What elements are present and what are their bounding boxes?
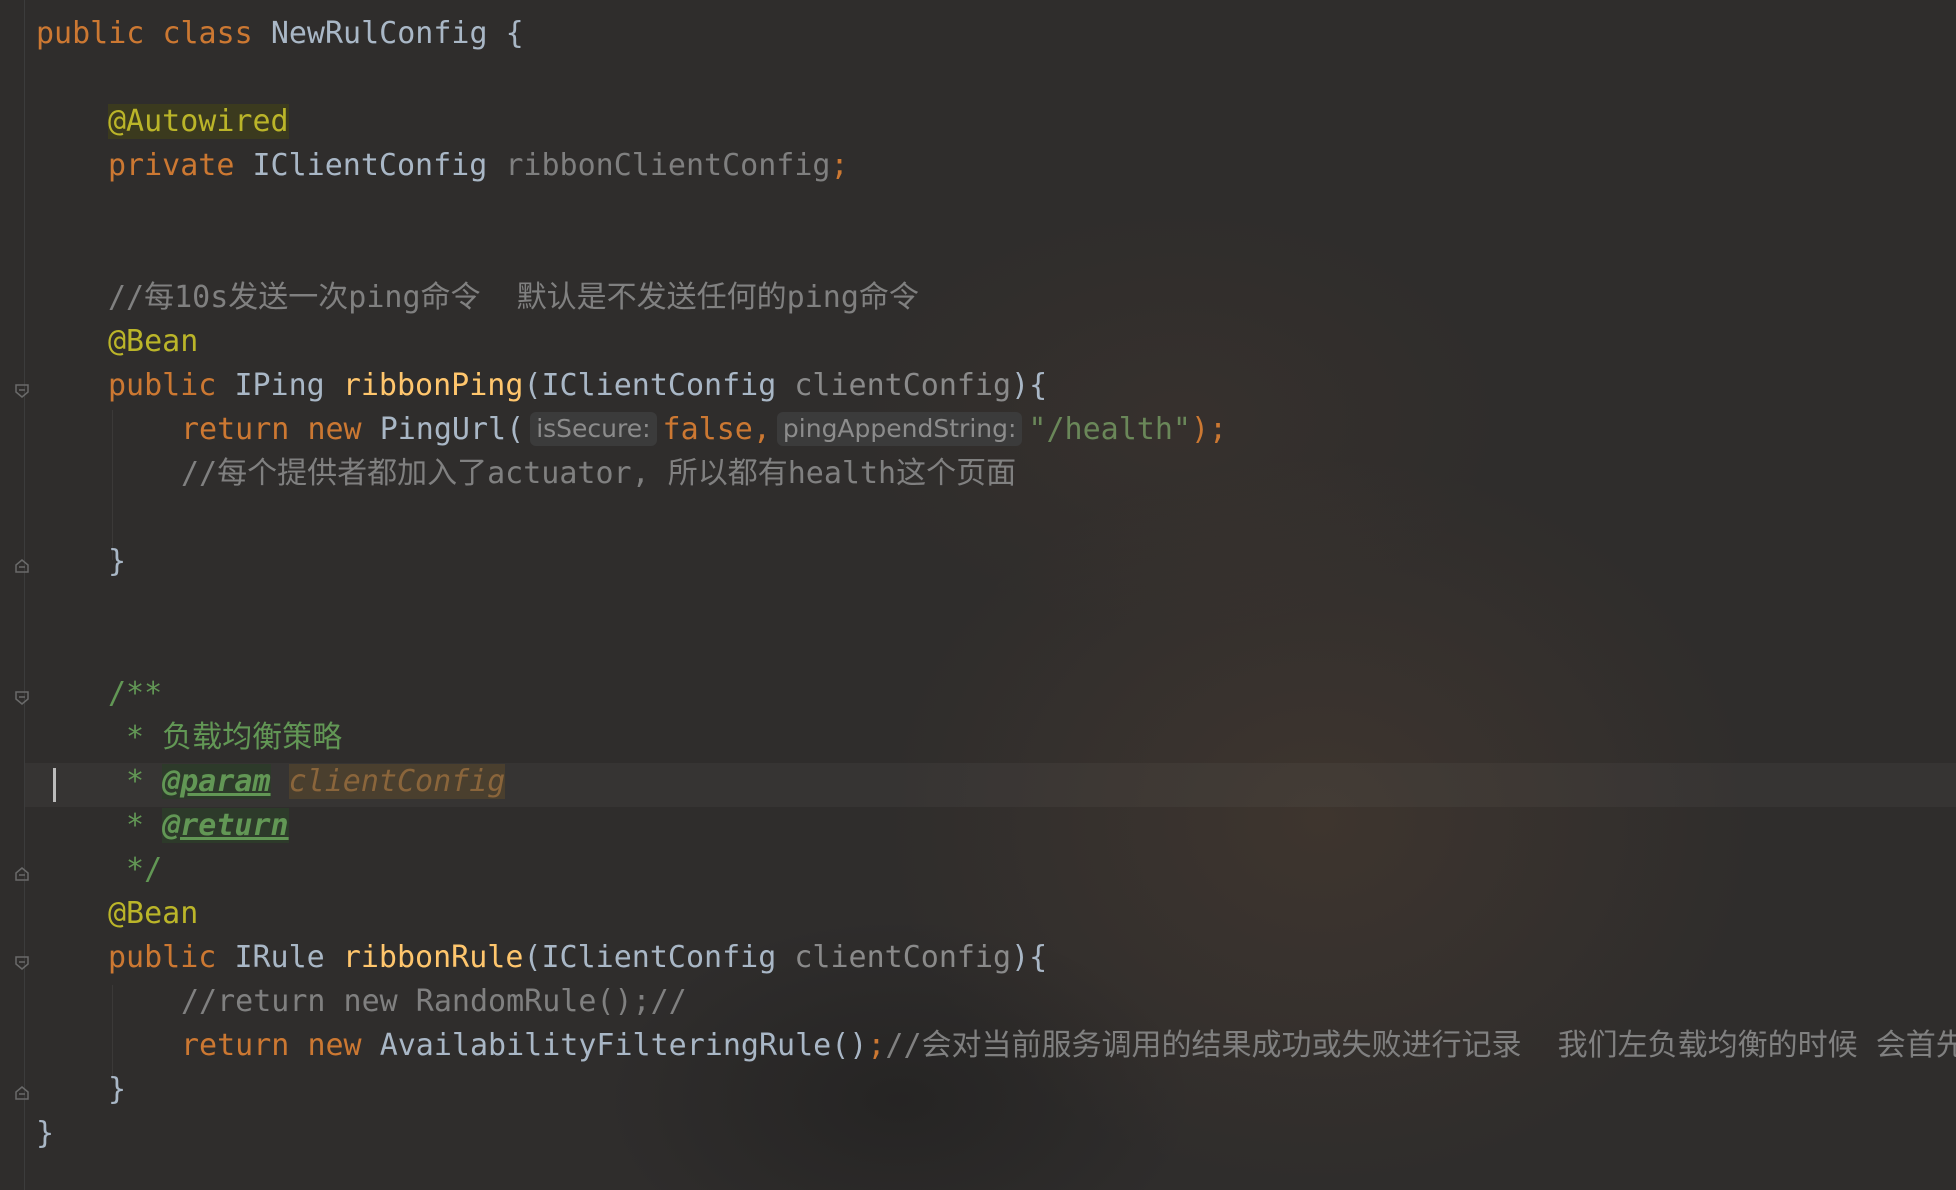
code-line-class-declaration[interactable]: public class NewRulConfig { [36, 12, 524, 56]
paren: ( [523, 368, 542, 403]
code-line-javadoc-param[interactable]: * @param clientConfig [108, 760, 506, 804]
javadoc-text: * 负载均衡策略 [108, 720, 343, 755]
fold-end-icon[interactable] [14, 1085, 30, 1101]
code-line-return-pingurl[interactable]: return new PingUrl(isSecure: false, pingAp… [181, 408, 1227, 452]
javadoc-param-name: clientConfig [288, 764, 506, 799]
keyword: class [162, 16, 253, 51]
code-line-javadoc-description[interactable]: * 负载均衡策略 [108, 716, 342, 760]
code-line-field[interactable]: private IClientConfig ribbonClientConfig… [108, 144, 849, 188]
line-comment: //会对当前服务调用的结果成功或失败进行记录 我们左负载均衡的时候 会首先 [885, 1028, 1956, 1063]
javadoc-tag: @param [162, 764, 271, 799]
string-literal: "/health" [1028, 412, 1191, 447]
editor-gutter [0, 0, 29, 1190]
param-name: clientConfig [794, 940, 1012, 975]
parameter-hint: isSecure: [530, 412, 657, 446]
javadoc-text: * [108, 808, 163, 843]
paren-brace: ){ [1011, 368, 1048, 403]
keyword: public [108, 368, 217, 403]
code-line-bean-annotation[interactable]: @Bean [108, 320, 198, 364]
line-comment: //每10s发送一次ping命令 默认是不发送任何的ping命令 [108, 280, 919, 315]
javadoc-text: /** [108, 676, 163, 711]
paren-brace: ){ [1011, 940, 1048, 975]
code-line-javadoc-close[interactable]: */ [108, 848, 162, 892]
param-type: IClientConfig [541, 940, 777, 975]
type-name: IClientConfig [252, 148, 488, 183]
code-line-javadoc-return[interactable]: * @return [108, 804, 289, 848]
brace: } [108, 544, 127, 579]
javadoc-text: * [108, 764, 163, 799]
parameter-hint: pingAppendString: [776, 412, 1023, 446]
code-line-return-rule[interactable]: return new AvailabilityFilteringRule();/… [181, 1024, 1956, 1068]
brace: } [36, 1116, 55, 1151]
line-comment: //每个提供者都加入了actuator, 所以都有health这个页面 [181, 456, 1017, 491]
code-line-method-ribbonPing[interactable]: public IPing ribbonPing(IClientConfig cl… [108, 364, 1047, 408]
fold-end-icon[interactable] [14, 866, 30, 882]
javadoc-tag: @return [162, 808, 289, 843]
code-line-close-class[interactable]: } [36, 1112, 54, 1156]
keyword: private [108, 148, 235, 183]
statement-end: ); [1190, 412, 1228, 447]
code-line-javadoc-open[interactable]: /** [108, 672, 162, 716]
line-comment: //return new RandomRule();// [181, 984, 687, 1019]
fold-collapse-icon[interactable] [14, 955, 30, 971]
code-line-close-brace[interactable]: } [108, 1068, 126, 1112]
keyword: new [307, 1028, 362, 1063]
keyword: new [307, 412, 362, 447]
keyword: public [36, 16, 145, 51]
field-name: ribbonClientConfig [505, 148, 831, 183]
paren: ( [523, 940, 542, 975]
code-line-comment[interactable]: //每10s发送一次ping命令 默认是不发送任何的ping命令 [108, 276, 919, 320]
keyword: return [181, 412, 290, 447]
type-name: IRule [234, 940, 325, 975]
keyword: public [108, 940, 217, 975]
constructor-call: AvailabilityFilteringRule() [379, 1028, 868, 1063]
code-line-method-ribbonRule[interactable]: public IRule ribbonRule(IClientConfig cl… [108, 936, 1047, 980]
semicolon: ; [830, 148, 849, 183]
annotation: @Bean [108, 324, 199, 359]
type-name: IPing [234, 368, 325, 403]
constructor-call: PingUrl( [379, 412, 525, 447]
code-line-close-brace[interactable]: } [108, 540, 126, 584]
class-name: NewRulConfig [270, 16, 488, 51]
code-line-bean-annotation[interactable]: @Bean [108, 892, 198, 936]
indent-guide [112, 985, 113, 1080]
method-name: ribbonPing [342, 368, 524, 403]
fold-collapse-icon[interactable] [14, 383, 30, 399]
param-name: clientConfig [794, 368, 1012, 403]
text-caret [53, 768, 56, 802]
boolean-literal: false, [662, 412, 771, 447]
annotation: @Autowired [108, 104, 289, 139]
param-type: IClientConfig [541, 368, 777, 403]
brace: { [487, 16, 524, 51]
code-editor[interactable]: public class NewRulConfig { @Autowired p… [0, 0, 1956, 1190]
brace: } [108, 1072, 127, 1107]
javadoc-text: */ [108, 852, 163, 887]
code-line-autowired[interactable]: @Autowired [108, 100, 289, 144]
fold-collapse-icon[interactable] [14, 690, 30, 706]
code-line-comment[interactable]: //每个提供者都加入了actuator, 所以都有health这个页面 [181, 452, 1016, 496]
fold-end-icon[interactable] [14, 558, 30, 574]
code-line-comment[interactable]: //return new RandomRule();// [181, 980, 687, 1024]
indent-guide [112, 410, 113, 560]
keyword: return [181, 1028, 290, 1063]
semicolon: ; [867, 1028, 886, 1063]
method-name: ribbonRule [342, 940, 524, 975]
annotation: @Bean [108, 896, 199, 931]
